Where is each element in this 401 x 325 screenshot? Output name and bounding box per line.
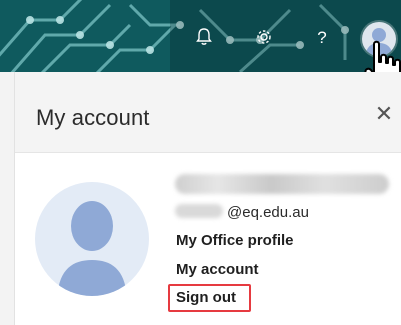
gear-icon[interactable] (253, 26, 275, 48)
sign-out-highlight (168, 284, 251, 312)
close-button[interactable]: ✕ (372, 102, 396, 126)
redacted-user-name (175, 174, 389, 194)
close-icon: ✕ (374, 101, 394, 126)
bell-icon[interactable] (193, 26, 215, 48)
user-email: @eq.edu.au (227, 204, 309, 221)
my-account-link[interactable]: My account (176, 261, 259, 278)
account-panel: My account ✕ @eq.edu.au My Office profil… (14, 72, 401, 325)
help-glyph: ? (317, 27, 327, 47)
panel-title: My account (36, 105, 150, 130)
profile-avatar[interactable] (35, 182, 149, 296)
header-banner: ? (0, 0, 401, 72)
my-office-profile-link[interactable]: My Office profile (176, 232, 294, 249)
redacted-email-prefix (175, 204, 223, 218)
help-icon[interactable]: ? (311, 26, 333, 48)
person-icon (57, 201, 127, 296)
